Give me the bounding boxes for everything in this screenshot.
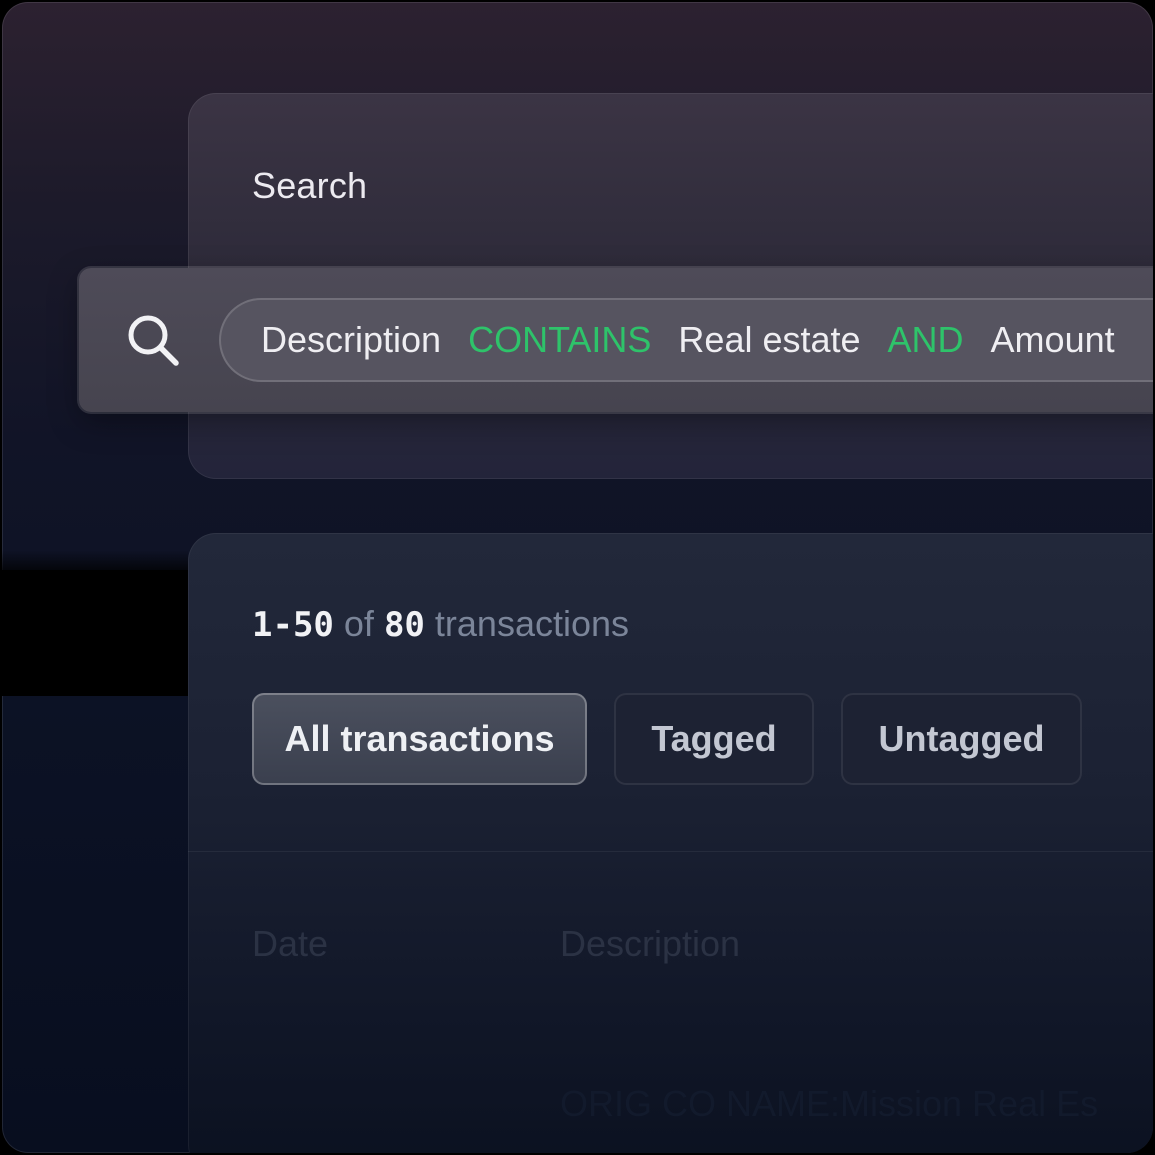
filter-tab-tagged[interactable]: Tagged xyxy=(614,693,814,785)
table-row[interactable]: ORIG CO NAME:Mission Real Es xyxy=(560,1083,1098,1125)
results-total: 80 xyxy=(383,605,425,645)
column-header-date[interactable]: Date xyxy=(252,923,328,965)
results-range: 1-50 xyxy=(252,605,334,645)
query-value-token: Real estate xyxy=(678,319,861,360)
filter-tab-all[interactable]: All transactions xyxy=(252,693,587,785)
app-frame: Search Description CONTAINS Real estate … xyxy=(2,2,1153,1153)
search-query-input[interactable]: Description CONTAINS Real estate AND Amo… xyxy=(219,298,1153,382)
filter-tab-untagged[interactable]: Untagged xyxy=(841,693,1082,785)
results-count: 1-50 of 80 transactions xyxy=(252,603,629,645)
results-of-label: of xyxy=(343,603,374,644)
column-header-description[interactable]: Description xyxy=(560,923,740,965)
query-operator-token: AND xyxy=(887,319,964,360)
search-bar[interactable]: Description CONTAINS Real estate AND Amo… xyxy=(79,268,1153,412)
filter-tabs: All transactions Tagged Untagged xyxy=(252,693,1082,785)
query-field-token: Description xyxy=(261,319,442,360)
search-title: Search xyxy=(252,165,368,206)
results-noun: transactions xyxy=(434,603,630,644)
table-divider xyxy=(188,851,1153,852)
query-field-token: Amount xyxy=(990,319,1115,360)
query-operator-token: CONTAINS xyxy=(468,319,652,360)
background-band xyxy=(2,570,188,696)
search-icon[interactable] xyxy=(123,310,183,370)
transactions-panel: 1-50 of 80 transactions All transactions… xyxy=(188,533,1153,1153)
